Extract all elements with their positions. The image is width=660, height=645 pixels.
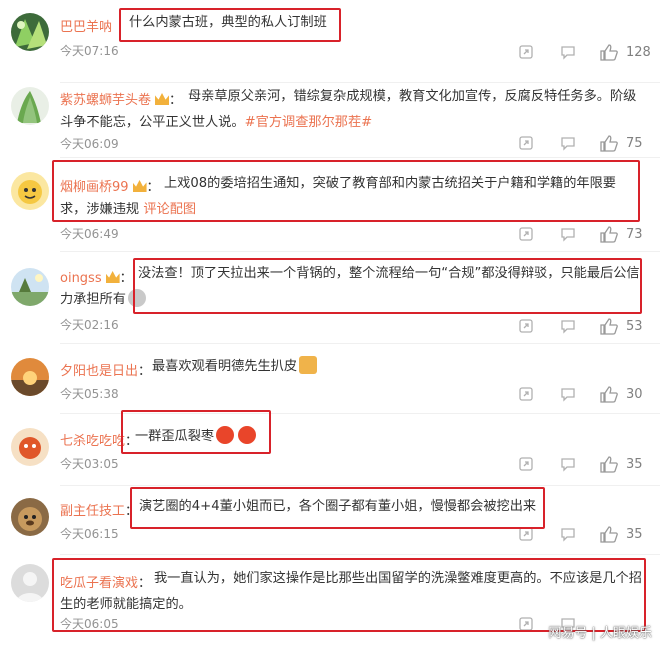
divider [60, 554, 660, 555]
highlight-box [119, 8, 341, 42]
comment-icon[interactable] [560, 456, 576, 472]
like-count: 35 [626, 457, 643, 472]
highlight-box [121, 410, 271, 454]
like-count: 35 [626, 527, 643, 542]
username[interactable]: 夕阳也是日出： [60, 360, 151, 379]
comment-item: 夕阳也是日出： 最喜欢观看明德先生扒皮 今天05:38 30 [0, 344, 660, 414]
avatar[interactable] [11, 172, 49, 210]
comment-item: 七杀吃吃吃： 一群歪瓜裂枣 今天03:05 35 [0, 414, 660, 486]
emoji-icon [299, 356, 318, 374]
avatar[interactable] [11, 87, 49, 125]
divider [60, 157, 660, 158]
avatar[interactable] [11, 268, 49, 306]
comment-text: 母亲草原父亲河，错综复杂成规模，教育文化加宣传，反腐反特任务多。阶级斗争不能忘，… [60, 89, 637, 130]
thumbs-up-icon[interactable] [600, 386, 618, 403]
comment-icon[interactable] [560, 226, 576, 242]
comment-time: 今天05:38 [60, 387, 119, 401]
avatar[interactable] [11, 498, 49, 536]
like-count: 53 [626, 319, 643, 334]
highlight-box [130, 487, 545, 529]
comment-icon[interactable] [560, 386, 576, 402]
comment-icon[interactable] [560, 44, 576, 60]
thumbs-up-icon[interactable] [600, 135, 618, 152]
highlight-box [133, 258, 642, 314]
share-icon[interactable] [518, 456, 534, 472]
avatar[interactable] [11, 13, 49, 51]
like-count: 75 [626, 136, 643, 151]
thumbs-up-icon[interactable] [600, 318, 618, 335]
comment-item: 紫苏螺蛳芋头卷： 母亲草原父亲河，错综复杂成规模，教育文化加宣传，反腐反特任务多… [0, 83, 660, 166]
avatar[interactable] [11, 428, 49, 466]
like-count: 128 [626, 45, 651, 60]
thumbs-up-icon[interactable] [600, 44, 618, 61]
thumbs-up-icon[interactable] [600, 226, 618, 243]
comment-icon[interactable] [560, 526, 576, 542]
comment-text: 最喜欢观看明德先生扒皮 [152, 354, 319, 380]
thumbs-up-icon[interactable] [600, 456, 618, 473]
highlight-box [52, 160, 640, 222]
hashtag[interactable]: #官方调查那尔那茬# [245, 115, 373, 130]
username[interactable]: 巴巴羊呐 [60, 16, 112, 35]
comment-time: 今天02:16 [60, 318, 119, 332]
like-count: 30 [626, 387, 643, 402]
watermark: 网易号 | 人眼娱乐 [548, 626, 652, 641]
comment-icon[interactable] [560, 135, 576, 151]
comment-time: 今天03:05 [60, 457, 119, 471]
share-icon[interactable] [518, 386, 534, 402]
avatar[interactable] [11, 564, 49, 602]
username[interactable]: 副主任技工： [60, 500, 138, 519]
comment-time: 今天06:49 [60, 227, 119, 241]
thumbs-up-icon[interactable] [600, 526, 618, 543]
like-count: 73 [626, 227, 643, 242]
share-icon[interactable] [518, 44, 534, 60]
share-icon[interactable] [518, 318, 534, 334]
highlight-box [52, 558, 646, 632]
share-icon[interactable] [518, 226, 534, 242]
comment-time: 今天06:15 [60, 527, 119, 541]
avatar[interactable] [11, 358, 49, 396]
comment-icon[interactable] [560, 318, 576, 334]
share-icon[interactable] [518, 135, 534, 151]
comment-time: 今天06:09 [60, 137, 119, 151]
comment-time: 今天07:16 [60, 44, 119, 58]
